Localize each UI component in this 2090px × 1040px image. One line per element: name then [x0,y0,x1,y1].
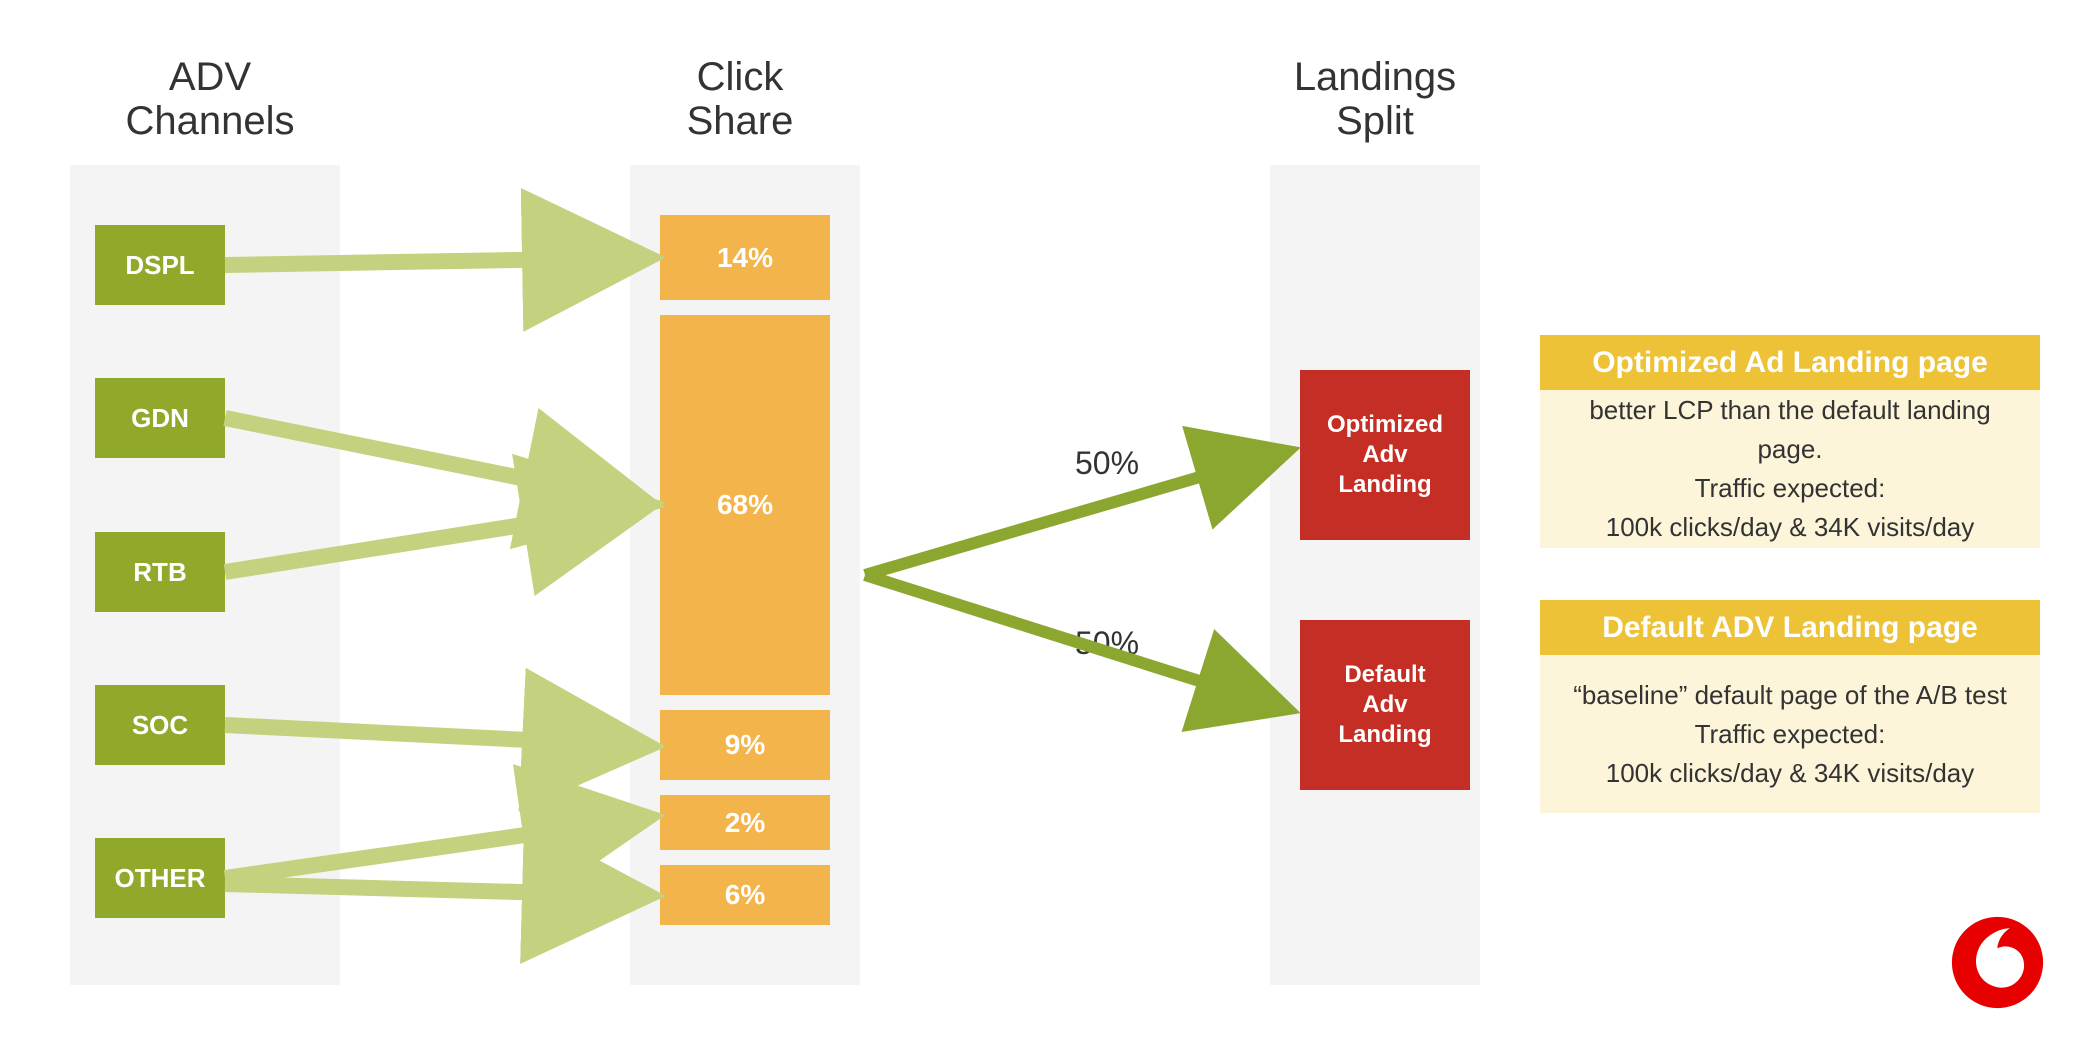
note-title-default: Default ADV Landing page [1540,600,2040,655]
channel-rtb: RTB [95,532,225,612]
vodafone-logo-icon [1950,915,2045,1010]
col-title-adv: ADV Channels [80,55,340,143]
arrow-split-optimized [865,455,1275,575]
col-bg-landings [1270,165,1480,985]
landing-default: Default Adv Landing [1300,620,1470,790]
landing-optimized: Optimized Adv Landing [1300,370,1470,540]
diagram-stage: ADV Channels Click Share Landings Split … [0,0,2090,1040]
share-6: 6% [660,865,830,925]
split-label-top: 50% [1075,445,1139,482]
channel-dspl: DSPL [95,225,225,305]
channel-other: OTHER [95,838,225,918]
share-2: 2% [660,795,830,850]
note-title-optimized: Optimized Ad Landing page [1540,335,2040,390]
channel-soc: SOC [95,685,225,765]
channel-gdn: GDN [95,378,225,458]
arrow-split-default [865,575,1275,705]
share-68: 68% [660,315,830,695]
col-title-landings: Landings Split [1265,55,1485,143]
note-body-optimized: better LCP than the default landing page… [1540,390,2040,548]
col-title-click: Click Share [630,55,850,143]
note-body-default: “baseline” default page of the A/B test … [1540,655,2040,813]
share-9: 9% [660,710,830,780]
share-to-landing-arrows [865,455,1275,705]
split-label-bottom: 50% [1075,625,1139,662]
share-14: 14% [660,215,830,300]
